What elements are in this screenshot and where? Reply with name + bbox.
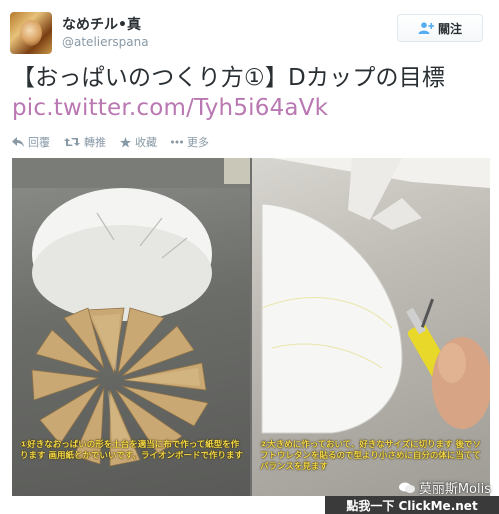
tweet-text-block: 【おっぱいのつくり方①】Dカップの目標 pic.twitter.com/Tyh5… <box>12 63 492 123</box>
reply-label: 回覆 <box>28 136 50 149</box>
avatar[interactable] <box>10 12 52 54</box>
watermark: 莫丽斯Molis 點我一下 ClickMe.net <box>325 476 499 514</box>
chat-bubble-icon <box>398 482 415 494</box>
retweet-icon <box>64 137 80 147</box>
follow-button[interactable]: 關注 <box>397 14 483 42</box>
watermark-cta[interactable]: 點我一下 ClickMe.net <box>325 496 499 514</box>
more-dots-icon <box>171 140 183 144</box>
user-handle[interactable]: @atelierspana <box>62 35 149 49</box>
tweet-text: 【おっぱいのつくり方①】Dカップの目標 <box>12 65 446 91</box>
tweet-media-link[interactable]: pic.twitter.com/Tyh5i64aVk <box>12 93 492 123</box>
more-label: 更多 <box>187 136 209 149</box>
add-person-icon <box>418 22 434 34</box>
favorite-star-icon <box>120 136 131 148</box>
left-photo-caption: ①好きなおっぱいの形を土台を適当に布で作って紙型を作ります 画用紙とかでいいです… <box>20 440 244 461</box>
right-photo-caption: ②大きめに作っておいて、好きなサイズに切ります 後でソフトウレタンを貼るので型よ… <box>260 440 482 472</box>
follow-label: 關注 <box>437 21 462 36</box>
favorite-label: 收藏 <box>135 136 157 149</box>
reply-button[interactable]: 回覆 <box>12 134 50 150</box>
favorite-button[interactable]: 收藏 <box>120 134 157 150</box>
tweet-photo[interactable]: ①好きなおっぱいの形を土台を適当に布で作って紙型を作ります 画用紙とかでいいです… <box>12 158 490 496</box>
more-button[interactable]: 更多 <box>171 134 209 150</box>
watermark-brand: 莫丽斯Molis <box>398 478 491 497</box>
display-name[interactable]: なめチル•真 <box>62 14 141 34</box>
watermark-brand-text: 莫丽斯Molis <box>418 482 491 497</box>
reply-icon <box>12 137 24 147</box>
photo-panel-right: ②大きめに作っておいて、好きなサイズに切ります 後でソフトウレタンを貼るので型よ… <box>252 158 490 496</box>
photo-panel-left: ①好きなおっぱいの形を土台を適当に布で作って紙型を作ります 画用紙とかでいいです… <box>12 158 250 496</box>
tweet-actions: 回覆 轉推 收藏 更多 <box>12 134 209 150</box>
retweet-label: 轉推 <box>84 136 106 149</box>
retweet-button[interactable]: 轉推 <box>64 134 106 150</box>
